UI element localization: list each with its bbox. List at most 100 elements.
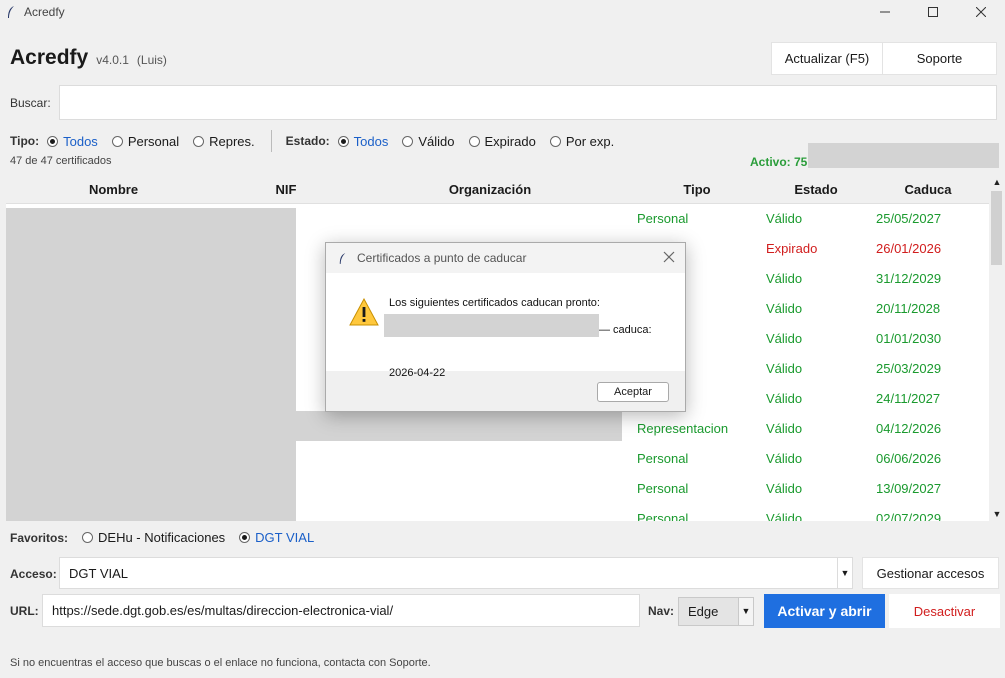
tipo-radio-todos[interactable]: Todos xyxy=(47,134,98,149)
cell-estado: Válido xyxy=(766,511,803,521)
close-icon[interactable] xyxy=(663,251,675,263)
filter-divider xyxy=(270,130,272,152)
maximize-icon xyxy=(928,7,938,17)
scroll-up-icon[interactable]: ▲ xyxy=(989,175,1005,189)
scroll-down-icon[interactable]: ▼ xyxy=(989,507,1005,521)
redacted-certificate-name xyxy=(384,314,599,337)
dialog-expiry-date: 2026-04-22 xyxy=(389,367,446,379)
radio-selected-icon xyxy=(337,135,349,147)
column-header-caduca[interactable]: Caduca xyxy=(867,175,989,204)
column-header-nombre[interactable]: Nombre xyxy=(6,175,221,204)
cell-estado: Válido xyxy=(766,481,803,496)
tipo-radio-personal[interactable]: Personal xyxy=(111,134,179,149)
column-header-organizacion[interactable]: Organización xyxy=(351,175,629,204)
favorite-radio-dgt-vial[interactable]: DGT VIAL xyxy=(239,530,314,545)
app-header: Acredfy v4.0.1 (Luis) xyxy=(10,46,167,70)
cell-estado: Válido xyxy=(766,451,803,466)
app-version: v4.0.1 xyxy=(96,53,129,67)
radio-selected-icon xyxy=(47,135,59,147)
radio-icon xyxy=(111,135,123,147)
cell-caduca: 01/01/2030 xyxy=(876,331,942,346)
cell-tipo: Personal xyxy=(637,511,689,521)
dialog-message: Los siguientes certificados caducan pron… xyxy=(389,297,600,309)
redacted-name-column xyxy=(6,208,296,521)
cell-estado: Válido xyxy=(766,211,803,226)
cell-caduca: 26/01/2026 xyxy=(876,241,942,256)
url-label: URL: xyxy=(10,604,39,618)
column-header-estado[interactable]: Estado xyxy=(765,175,867,204)
estado-radio-expirado[interactable]: Expirado xyxy=(468,134,536,149)
cell-estado: Válido xyxy=(766,331,803,346)
feather-icon xyxy=(8,6,14,18)
chevron-down-icon[interactable]: ▼ xyxy=(738,598,753,625)
maximize-button[interactable] xyxy=(909,0,957,24)
cell-caduca: 02/07/2029 xyxy=(876,511,942,521)
activate-open-button[interactable]: Activar y abrir xyxy=(764,594,885,628)
cell-estado: Válido xyxy=(766,421,803,436)
cell-caduca: 25/05/2027 xyxy=(876,211,942,226)
dialog-body: Los siguientes certificados caducan pron… xyxy=(326,273,685,379)
top-toolbar: Actualizar (F5) Soporte xyxy=(771,42,997,75)
window-titlebar: Acredfy xyxy=(0,0,1005,24)
cell-estado: Válido xyxy=(766,301,803,316)
scrollbar-thumb[interactable] xyxy=(991,191,1002,265)
cell-tipo: Personal xyxy=(637,211,689,226)
radio-icon xyxy=(82,532,94,543)
favorite-radio-dehu[interactable]: DEHu - Notificaciones xyxy=(82,530,225,545)
dialog-titlebar: Certificados a punto de caducar xyxy=(326,243,685,273)
estado-radio-valido[interactable]: Válido xyxy=(402,134,455,149)
url-input[interactable]: https://sede.dgt.gob.es/es/multas/direcc… xyxy=(42,594,640,627)
search-label: Buscar: xyxy=(10,96,51,110)
cell-caduca: 25/03/2029 xyxy=(876,361,942,376)
chevron-down-icon[interactable]: ▼ xyxy=(837,558,852,588)
browser-select[interactable]: Edge ▼ xyxy=(678,597,754,626)
redacted-row-overlay xyxy=(296,411,622,441)
cell-tipo: Personal xyxy=(637,451,689,466)
cell-caduca: 06/06/2026 xyxy=(876,451,942,466)
favorites-bar: Favoritos: DEHu - Notificaciones DGT VIA… xyxy=(10,530,328,545)
cell-caduca: 04/12/2026 xyxy=(876,421,942,436)
filter-bar: Tipo: Todos Personal Repres. Estado: Tod… xyxy=(10,130,628,152)
access-select[interactable]: DGT VIAL ▼ xyxy=(59,557,853,589)
accept-button[interactable]: Aceptar xyxy=(597,382,669,402)
warning-icon xyxy=(349,298,379,326)
minimize-button[interactable] xyxy=(861,0,909,24)
cell-estado: Expirado xyxy=(766,241,818,256)
cell-tipo: Representacion xyxy=(637,421,729,436)
table-header: Nombre NIF Organización Tipo Estado Cadu… xyxy=(6,175,989,204)
current-user: (Luis) xyxy=(136,53,167,67)
footer-help-text: Si no encuentras el acceso que buscas o … xyxy=(10,657,431,669)
table-scrollbar[interactable]: ▲ ▼ xyxy=(989,175,1005,521)
radio-icon xyxy=(549,135,561,147)
cell-caduca: 20/11/2028 xyxy=(876,301,941,316)
minimize-icon xyxy=(880,11,890,13)
update-button[interactable]: Actualizar (F5) xyxy=(771,42,883,75)
dialog-title: Certificados a punto de caducar xyxy=(357,251,527,265)
tipo-filter-label: Tipo: xyxy=(10,134,40,148)
tipo-radio-repres[interactable]: Repres. xyxy=(193,134,255,149)
estado-filter-label: Estado: xyxy=(285,134,330,148)
browser-label: Nav: xyxy=(648,604,675,618)
estado-radio-por-exp[interactable]: Por exp. xyxy=(549,134,614,149)
radio-selected-icon xyxy=(239,532,251,543)
column-header-tipo[interactable]: Tipo xyxy=(629,175,765,204)
favorites-label: Favoritos: xyxy=(10,530,69,545)
column-header-nif[interactable]: NIF xyxy=(221,175,351,204)
redacted-active-info xyxy=(808,143,999,168)
dialog-expiry-suffix: — caduca: xyxy=(599,324,652,336)
feather-icon xyxy=(339,252,346,264)
cell-caduca: 13/09/2027 xyxy=(876,481,942,496)
manage-access-button[interactable]: Gestionar accesos xyxy=(862,557,999,589)
deactivate-button[interactable]: Desactivar xyxy=(889,594,1000,628)
radio-icon xyxy=(193,135,205,147)
close-icon xyxy=(976,7,986,17)
support-button[interactable]: Soporte xyxy=(883,42,997,75)
active-count: Activo: 75 xyxy=(750,155,808,169)
window-title: Acredfy xyxy=(24,5,65,19)
cell-caduca: 31/12/2029 xyxy=(876,271,942,286)
close-button[interactable] xyxy=(957,0,1005,24)
search-input[interactable] xyxy=(59,85,997,120)
cell-tipo: Personal xyxy=(637,481,689,496)
estado-radio-todos[interactable]: Todos xyxy=(337,134,388,149)
access-selected-value: DGT VIAL xyxy=(69,566,129,581)
